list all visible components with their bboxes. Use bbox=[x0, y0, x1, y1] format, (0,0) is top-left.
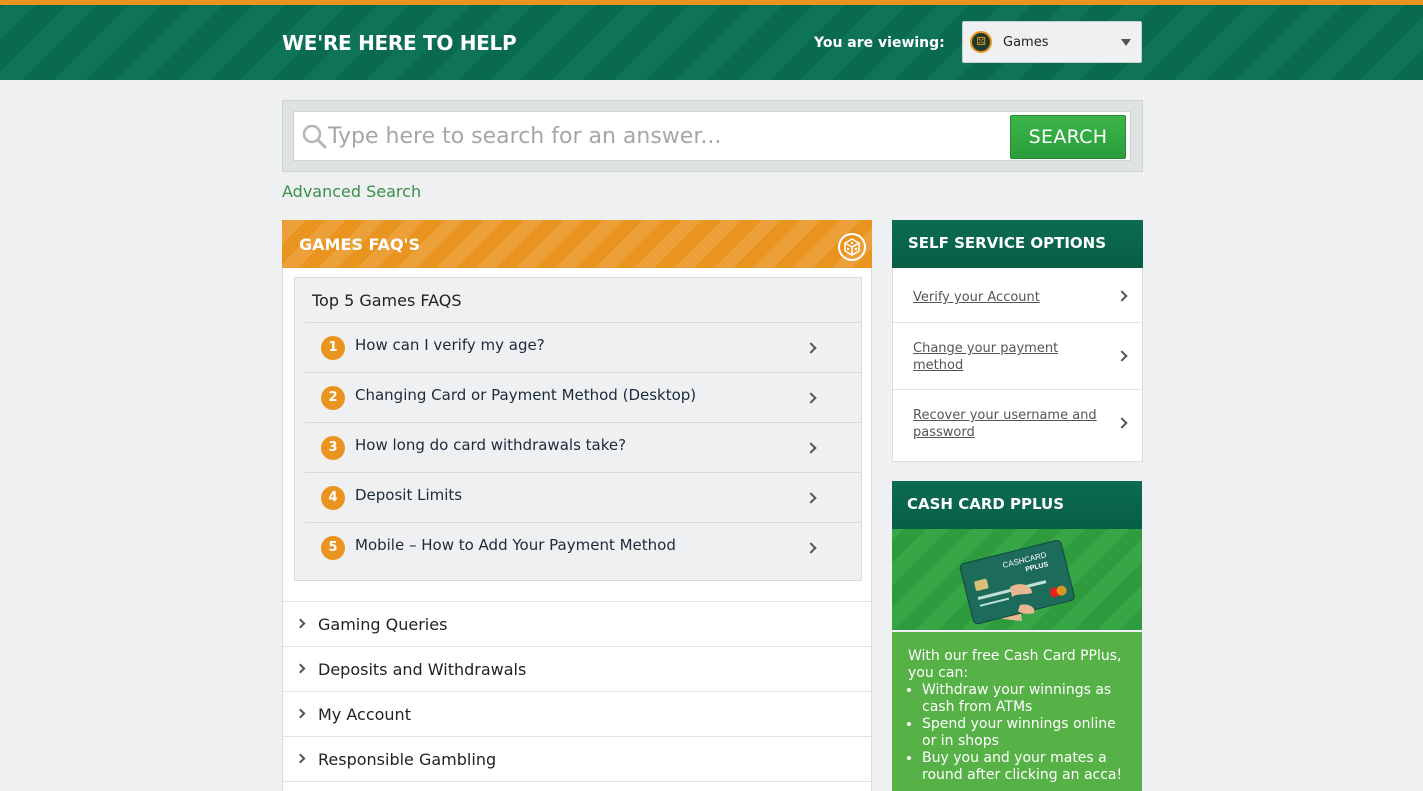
product-select-value: Games bbox=[1003, 35, 1049, 50]
self-service-verify-account[interactable]: Verify your Account bbox=[893, 268, 1142, 323]
category-my-account[interactable]: My Account bbox=[283, 691, 871, 736]
top5-faq-box: Top 5 Games FAQS 1 How can I verify my a… bbox=[294, 277, 862, 581]
cash-card-header: CASH CARD PPLUS bbox=[892, 481, 1142, 529]
chevron-right-icon bbox=[1116, 417, 1128, 429]
top-banner: WE'RE HERE TO HELP You are viewing: ⚄ Ga… bbox=[0, 0, 1423, 80]
category-label: Responsible Gambling bbox=[318, 750, 497, 769]
faq-question: Mobile – How to Add Your Payment Method bbox=[355, 536, 676, 554]
faq-item[interactable]: 4 Deposit Limits bbox=[305, 472, 861, 522]
faq-question: Deposit Limits bbox=[355, 486, 463, 504]
cash-card-image: CASHCARD PPLUS bbox=[892, 529, 1142, 630]
cash-card-intro: With our free Cash Card PPlus, you can: bbox=[908, 648, 1122, 681]
faq-item[interactable]: 5 Mobile – How to Add Your Payment Metho… bbox=[305, 522, 861, 572]
cash-card-title: CASH CARD PPLUS bbox=[907, 495, 1065, 513]
chevron-right-icon bbox=[1116, 350, 1128, 362]
chevron-right-icon bbox=[1116, 290, 1128, 302]
viewing-label: You are viewing: bbox=[814, 35, 945, 51]
games-faq-header: GAMES FAQ'S bbox=[282, 220, 872, 268]
dice-icon bbox=[838, 233, 866, 261]
faq-item[interactable]: 2 Changing Card or Payment Method (Deskt… bbox=[305, 372, 861, 422]
faq-number: 2 bbox=[321, 386, 345, 410]
games-faq-panel: Top 5 Games FAQS 1 How can I verify my a… bbox=[282, 268, 872, 791]
self-service-title: SELF SERVICE OPTIONS bbox=[908, 234, 1107, 252]
search-container: SEARCH bbox=[282, 100, 1143, 172]
cash-card-benefit: Withdraw your winnings as cash from ATMs bbox=[922, 682, 1128, 716]
faq-number: 1 bbox=[321, 336, 345, 360]
chevron-right-icon bbox=[805, 542, 817, 554]
self-service-link[interactable]: Change your payment method bbox=[913, 340, 1088, 374]
self-service-change-payment[interactable]: Change your payment method bbox=[893, 323, 1142, 390]
chevron-down-icon bbox=[1121, 39, 1131, 46]
advanced-search-link[interactable]: Advanced Search bbox=[282, 182, 421, 201]
self-service-link[interactable]: Recover your username and password bbox=[913, 407, 1118, 441]
category-deposits-withdrawals[interactable]: Deposits and Withdrawals bbox=[283, 646, 871, 691]
games-faq-title: GAMES FAQ'S bbox=[299, 235, 420, 254]
search-icon bbox=[302, 124, 327, 149]
category-label: My Account bbox=[318, 705, 411, 724]
faq-item[interactable]: 1 How can I verify my age? bbox=[305, 322, 861, 372]
chevron-right-icon bbox=[805, 442, 817, 454]
product-select[interactable]: ⚄ Games bbox=[962, 21, 1142, 63]
search-input[interactable] bbox=[328, 118, 998, 154]
cash-card-benefit: Spend your winnings online or in shops bbox=[922, 716, 1128, 750]
cash-card-benefits: Withdraw your winnings as cash from ATMs… bbox=[922, 682, 1128, 784]
faq-question: How long do card withdrawals take? bbox=[355, 436, 627, 454]
search-box: SEARCH bbox=[293, 111, 1131, 161]
top5-title: Top 5 Games FAQS bbox=[312, 291, 462, 310]
cash-card-description: With our free Cash Card PPlus, you can: … bbox=[892, 632, 1142, 791]
chevron-right-icon bbox=[805, 392, 817, 404]
cash-card-benefit: Buy you and your mates a round after cli… bbox=[922, 750, 1128, 784]
chevron-right-icon bbox=[295, 663, 306, 674]
category-responsible-gambling[interactable]: Responsible Gambling bbox=[283, 736, 871, 781]
faq-number: 4 bbox=[321, 486, 345, 510]
chevron-right-icon bbox=[295, 618, 306, 629]
faq-number: 3 bbox=[321, 436, 345, 460]
self-service-link[interactable]: Verify your Account bbox=[913, 289, 1040, 306]
category-label: Gaming Queries bbox=[318, 615, 448, 634]
faq-question: How can I verify my age? bbox=[355, 336, 545, 354]
faq-number: 5 bbox=[321, 536, 345, 560]
dice-icon: ⚄ bbox=[970, 31, 992, 53]
faq-item[interactable]: 3 How long do card withdrawals take? bbox=[305, 422, 861, 472]
search-button[interactable]: SEARCH bbox=[1010, 115, 1126, 159]
category-divider bbox=[283, 781, 871, 791]
faq-question: Changing Card or Payment Method (Desktop… bbox=[355, 386, 697, 404]
chevron-right-icon bbox=[295, 753, 306, 764]
chevron-right-icon bbox=[295, 708, 306, 719]
chevron-right-icon bbox=[805, 492, 817, 504]
category-label: Deposits and Withdrawals bbox=[318, 660, 527, 679]
self-service-header: SELF SERVICE OPTIONS bbox=[892, 220, 1143, 268]
page-title: WE'RE HERE TO HELP bbox=[282, 31, 517, 55]
card-in-hand-illustration: CASHCARD PPLUS bbox=[959, 539, 1075, 625]
self-service-recover-credentials[interactable]: Recover your username and password bbox=[893, 390, 1142, 461]
chevron-right-icon bbox=[805, 342, 817, 354]
self-service-panel: Verify your Account Change your payment … bbox=[892, 268, 1143, 462]
category-gaming-queries[interactable]: Gaming Queries bbox=[283, 601, 871, 646]
